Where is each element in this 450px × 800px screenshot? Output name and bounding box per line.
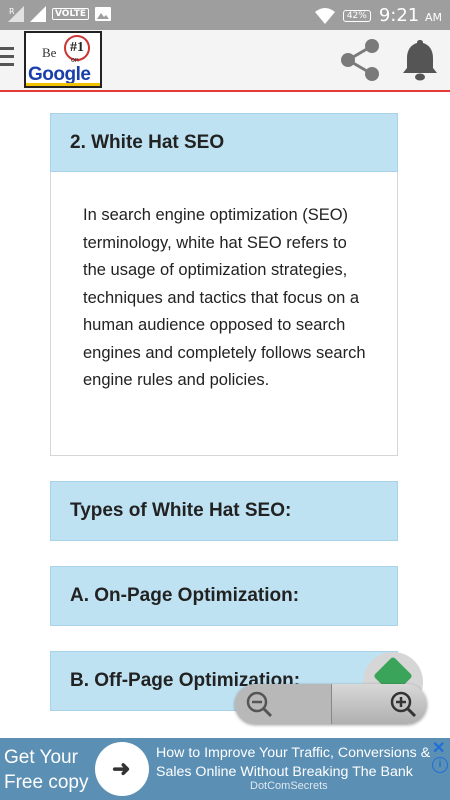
status-left: R VOLTE — [8, 6, 111, 22]
heading-on-page: A. On-Page Optimization: — [50, 566, 398, 626]
image-notification-icon — [95, 7, 111, 21]
bell-icon[interactable] — [400, 38, 440, 82]
clock: 9:21 AM — [378, 5, 442, 26]
app-logo[interactable]: Be #1 on Google — [24, 31, 102, 88]
zoom-out-icon[interactable] — [245, 690, 273, 718]
heading-types: Types of White Hat SEO: — [50, 481, 398, 541]
signal-icon — [30, 6, 46, 22]
app-bar: Be #1 on Google — [0, 30, 450, 92]
section-body-text: In search engine optimization (SEO) term… — [83, 206, 366, 389]
arrow-right-icon: ➜ — [112, 756, 131, 781]
ad-headline[interactable]: How to Improve Your Traffic, Conversions… — [156, 744, 432, 782]
status-bar: R VOLTE 42% 9:21 AM — [0, 0, 450, 30]
section-heading-white-hat: 2. White Hat SEO — [50, 113, 398, 172]
status-right: 42% 9:21 AM — [314, 5, 442, 26]
zoom-control — [235, 684, 427, 724]
battery-indicator: 42% — [342, 9, 371, 22]
menu-icon[interactable] — [0, 47, 14, 71]
ad-banner[interactable]: Get Your Free copy ➜ How to Improve Your… — [0, 738, 450, 800]
volte-badge: VOLTE — [52, 8, 89, 20]
share-icon[interactable] — [336, 38, 384, 82]
close-icon[interactable]: ✕ — [432, 738, 445, 758]
section-body: In search engine optimization (SEO) term… — [50, 172, 398, 456]
signal-r-icon: R — [8, 6, 24, 22]
info-icon[interactable]: i — [432, 757, 448, 773]
section-title: 2. White Hat SEO — [70, 131, 225, 153]
ad-left-text: Get Your Free copy — [4, 747, 89, 793]
zoom-in-icon[interactable] — [389, 690, 417, 718]
wifi-icon — [314, 7, 335, 24]
svg-text:R: R — [9, 7, 15, 16]
ad-source: DotComSecrets — [250, 780, 328, 792]
